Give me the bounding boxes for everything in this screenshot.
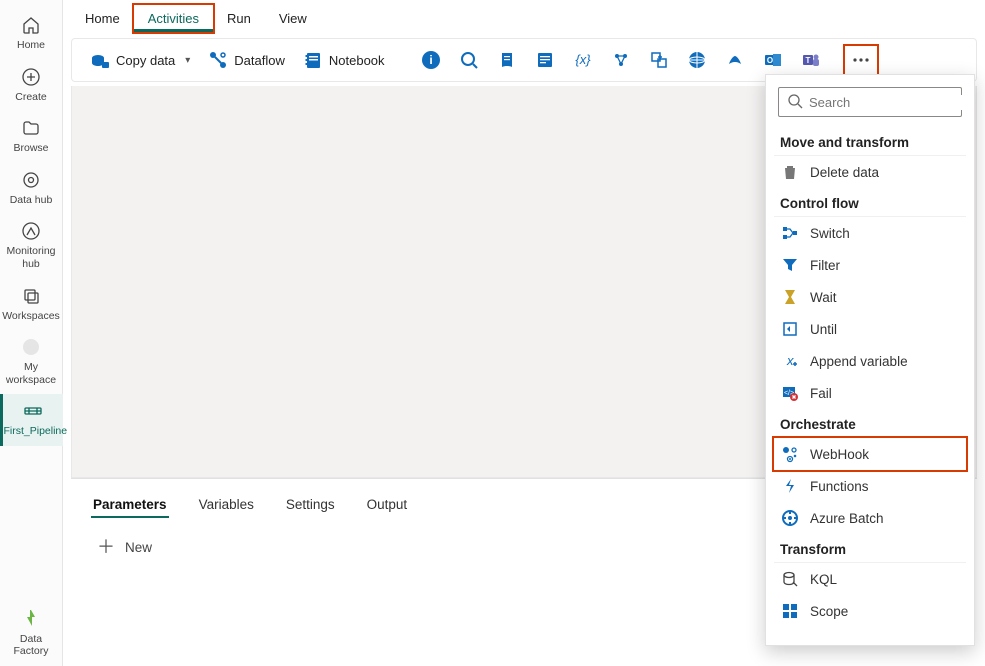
teams-icon[interactable]: T <box>797 46 825 74</box>
rail-browse[interactable]: Browse <box>0 111 63 163</box>
activity-append-variable[interactable]: xAppend variable <box>774 345 966 377</box>
menu-view[interactable]: View <box>265 5 321 32</box>
ml-icon[interactable] <box>607 46 635 74</box>
chevron-down-icon: ▾ <box>185 55 190 66</box>
filter-icon <box>780 255 800 275</box>
menu-home[interactable]: Home <box>71 5 134 32</box>
notebook-icon <box>303 50 323 70</box>
dataflow-icon <box>208 50 228 70</box>
svg-text:{x}: {x} <box>575 52 591 67</box>
activity-azure-batch[interactable]: Azure Batch <box>774 502 966 534</box>
group-transform: Transform <box>774 534 966 563</box>
svg-text:i: i <box>429 53 432 67</box>
kql-icon <box>780 569 800 589</box>
rail-data-hub[interactable]: Data hub <box>0 163 63 215</box>
variable-icon[interactable]: {x} <box>569 46 597 74</box>
activity-search-input[interactable] <box>778 87 962 117</box>
copydata-icon <box>90 50 110 70</box>
plus-icon: ＋ <box>97 538 115 556</box>
notebook-button[interactable]: Notebook <box>295 46 393 74</box>
batch-icon <box>780 508 800 528</box>
browse-icon <box>20 117 42 139</box>
outlook-icon[interactable]: O <box>759 46 787 74</box>
group-orchestrate: Orchestrate <box>774 409 966 438</box>
activity-webhook[interactable]: WebHook <box>774 438 966 470</box>
activity-delete-data[interactable]: Delete data <box>774 156 966 188</box>
activities-flyout: Move and transform Delete data Control f… <box>765 74 975 646</box>
more-activities-button[interactable] <box>843 44 879 76</box>
switch-icon <box>780 223 800 243</box>
rail-my-workspace[interactable]: My workspace <box>0 330 63 394</box>
info-icon[interactable]: i <box>417 46 445 74</box>
activity-wait[interactable]: Wait <box>774 281 966 313</box>
fail-icon: </> <box>780 383 800 403</box>
activity-kql[interactable]: KQL <box>774 563 966 595</box>
rail-data-factory[interactable]: Data Factory <box>0 602 63 666</box>
search-icon <box>787 93 803 111</box>
dataflow-button[interactable]: Dataflow <box>200 46 293 74</box>
scope-icon <box>780 601 800 621</box>
svg-text:x: x <box>786 353 794 368</box>
menubar: Home Activities Run View <box>63 0 985 34</box>
rail-create[interactable]: Create <box>0 60 63 112</box>
create-icon <box>20 66 42 88</box>
activity-filter[interactable]: Filter <box>774 249 966 281</box>
activity-scope[interactable]: Scope <box>774 595 966 627</box>
datafactory-icon <box>20 608 42 630</box>
activity-until[interactable]: Until <box>774 313 966 345</box>
main: Home Activities Run View Copy data ▾ Dat… <box>63 0 985 666</box>
tab-parameters[interactable]: Parameters <box>91 493 169 518</box>
svg-text:O: O <box>766 56 772 65</box>
home-icon <box>20 14 42 36</box>
myworkspace-icon <box>20 336 42 358</box>
menu-run[interactable]: Run <box>213 5 265 32</box>
group-control-flow: Control flow <box>774 188 966 217</box>
search-icon[interactable] <box>455 46 483 74</box>
group-move-transform: Move and transform <box>774 127 966 156</box>
activity-switch[interactable]: Switch <box>774 217 966 249</box>
left-rail: Home Create Browse Data hub Monitoring h… <box>0 0 63 666</box>
procedure-icon[interactable] <box>531 46 559 74</box>
script-icon[interactable] <box>493 46 521 74</box>
activity-functions[interactable]: Functions <box>774 470 966 502</box>
dataverse-icon[interactable] <box>721 46 749 74</box>
rail-workspaces[interactable]: Workspaces <box>0 279 63 331</box>
datahub-icon <box>20 169 42 191</box>
append-icon: x <box>780 351 800 371</box>
until-icon <box>780 319 800 339</box>
wait-icon <box>780 287 800 307</box>
trash-icon <box>780 162 800 182</box>
rail-first-pipeline[interactable]: First_Pipeline <box>0 394 63 446</box>
tab-variables[interactable]: Variables <box>197 493 256 518</box>
rail-monitoring[interactable]: Monitoring hub <box>0 214 63 278</box>
tab-settings[interactable]: Settings <box>284 493 337 518</box>
activity-fail[interactable]: </>Fail <box>774 377 966 409</box>
monitoring-icon <box>20 220 42 242</box>
rail-home[interactable]: Home <box>0 8 63 60</box>
invoke-icon[interactable] <box>645 46 673 74</box>
functions-icon <box>780 476 800 496</box>
web-icon[interactable] <box>683 46 711 74</box>
workspaces-icon <box>20 285 42 307</box>
svg-text:T: T <box>805 56 810 65</box>
webhook-icon <box>780 444 800 464</box>
tab-output[interactable]: Output <box>365 493 410 518</box>
pipeline-icon <box>22 400 44 422</box>
copy-data-button[interactable]: Copy data ▾ <box>82 46 198 74</box>
menu-activities[interactable]: Activities <box>134 5 213 32</box>
